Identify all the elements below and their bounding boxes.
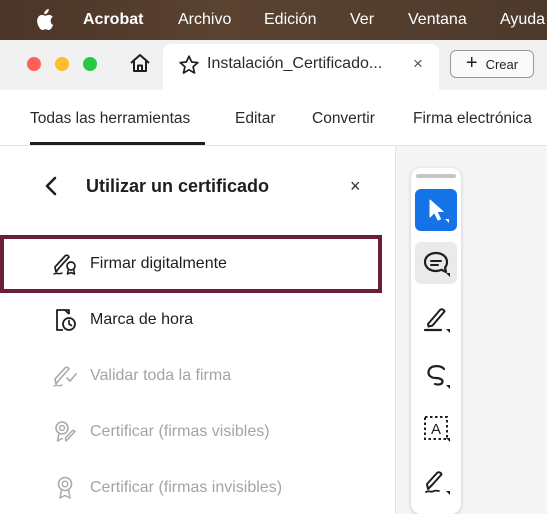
freehand-draw-icon (427, 365, 450, 389)
highlight-tool-button[interactable] (415, 298, 457, 340)
comment-tool-button[interactable] (415, 242, 457, 284)
validate-signature-icon (53, 366, 77, 387)
toolbar-drag-handle[interactable] (416, 174, 456, 178)
list-item-label: Certificar (firmas invisibles) (90, 479, 283, 496)
timestamp-icon (56, 309, 76, 331)
select-tool-button[interactable] (415, 189, 457, 231)
svg-text:A: A (431, 421, 441, 438)
select-cursor-icon (429, 199, 449, 223)
menu-ventana[interactable]: Ventana (408, 11, 467, 29)
menu-ayuda[interactable]: Ayuda (500, 11, 545, 29)
menu-bar: Acrobat Archivo Edición Ver Ventana Ayud… (0, 0, 547, 40)
list-item-certify-visible[interactable]: Certificar (firmas visibles) (0, 406, 392, 458)
tab-e-sign[interactable]: Firma electrónica (413, 110, 532, 128)
create-button[interactable]: + Crear (450, 50, 534, 78)
list-item-certify-invisible[interactable]: Certificar (firmas invisibles) (0, 462, 392, 514)
apple-logo-icon[interactable] (34, 9, 54, 31)
list-item-label: Validar toda la firma (90, 367, 232, 384)
highlight-pen-icon (423, 308, 450, 333)
menu-ver[interactable]: Ver (350, 11, 374, 29)
panel-title: Utilizar un certificado (86, 176, 270, 196)
list-item-label: Certificar (firmas visibles) (90, 423, 270, 440)
sign-tool-button[interactable] (415, 460, 457, 502)
menu-edicion[interactable]: Edición (264, 11, 316, 29)
star-icon[interactable] (178, 54, 200, 76)
close-window-button[interactable] (27, 57, 41, 71)
certify-visible-icon (55, 421, 76, 442)
certify-invisible-icon (57, 476, 73, 499)
sign-icon (425, 471, 450, 495)
minimize-window-button[interactable] (55, 57, 69, 71)
close-panel-icon[interactable]: × (350, 176, 361, 197)
chevron-left-icon[interactable] (42, 176, 60, 196)
tab-title[interactable]: Instalación_Certificado... (207, 55, 382, 73)
highlight-frame (0, 235, 382, 293)
list-item-timestamp[interactable]: Marca de hora (0, 294, 392, 346)
list-item-validate-signature[interactable]: Validar toda la firma (0, 350, 392, 402)
create-button-label: Crear (485, 56, 519, 72)
plus-icon: + (465, 52, 478, 74)
active-tab-indicator (30, 142, 205, 145)
text-box-icon: A (424, 416, 450, 442)
close-tab-icon[interactable]: × (413, 54, 423, 74)
tab-all-tools[interactable]: Todas las herramientas (30, 110, 190, 128)
home-icon[interactable] (129, 52, 151, 74)
menu-archivo[interactable]: Archivo (178, 11, 231, 29)
comment-icon (423, 251, 450, 277)
zoom-window-button[interactable] (83, 57, 97, 71)
menu-app-name[interactable]: Acrobat (83, 11, 143, 29)
draw-tool-button[interactable] (415, 354, 457, 396)
list-item-label: Marca de hora (90, 311, 194, 328)
text-tool-button[interactable]: A (415, 407, 457, 449)
tab-edit[interactable]: Editar (235, 110, 276, 128)
tab-convert[interactable]: Convertir (312, 110, 375, 128)
